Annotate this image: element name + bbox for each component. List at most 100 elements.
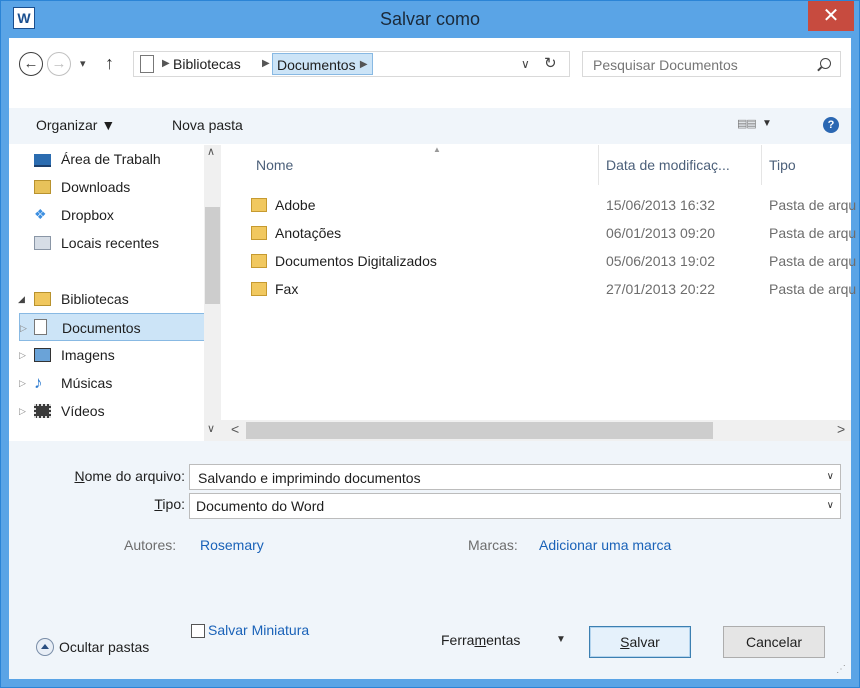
file-name: Adobe	[275, 197, 316, 213]
recent-locations-dropdown-icon[interactable]: ▾	[80, 53, 94, 75]
hide-folders-button[interactable]: Ocultar pastas	[59, 639, 149, 655]
save-thumbnail-checkbox[interactable]	[191, 624, 205, 638]
back-arrow-icon[interactable]: ←	[19, 52, 43, 76]
expand-triangle-icon[interactable]: ▷	[19, 369, 26, 397]
library-icon	[140, 55, 154, 73]
scroll-down-icon[interactable]: ∨	[207, 422, 215, 435]
scroll-up-icon[interactable]: ∧	[207, 145, 215, 158]
navigation-bar: ← → ▾ ↑ ▶ Bibliotecas ▶ Documentos ▶ ∨ ↻	[9, 38, 851, 102]
add-tag-link[interactable]: Adicionar uma marca	[539, 537, 671, 553]
sidebar-item-music[interactable]: ▷ ♪ Músicas	[9, 369, 204, 397]
scroll-left-icon[interactable]: <	[231, 421, 239, 437]
authors-value[interactable]: Rosemary	[200, 537, 264, 553]
organize-menu-button[interactable]: Organizar ▼	[36, 117, 115, 133]
save-options-panel: Nome do arquivo: ∨ Tipo: Documento do Wo…	[9, 441, 851, 679]
pictures-icon	[34, 348, 51, 362]
file-type-select[interactable]: Documento do Word ∨	[189, 493, 841, 519]
cancel-button[interactable]: Cancelar	[723, 626, 825, 658]
sidebar-item-recent-places[interactable]: Locais recentes	[9, 229, 204, 257]
dialog-body: ← → ▾ ↑ ▶ Bibliotecas ▶ Documentos ▶ ∨ ↻	[9, 38, 856, 679]
forward-arrow-icon[interactable]: →	[47, 52, 71, 76]
sidebar-item-desktop[interactable]: Área de Trabalh	[9, 145, 204, 173]
sidebar-item-pictures[interactable]: ▷ Imagens	[9, 341, 204, 369]
sidebar-item-downloads[interactable]: Downloads	[9, 173, 204, 201]
search-icon[interactable]	[820, 58, 831, 69]
file-row-fax[interactable]: Fax 27/01/2013 20:22 Pasta de arqu	[251, 275, 856, 303]
filename-combobox[interactable]: ∨	[189, 464, 841, 491]
search-box[interactable]	[582, 51, 841, 78]
resize-grip-icon[interactable]: ⋰	[836, 664, 847, 675]
libraries-icon	[34, 292, 51, 306]
up-arrow-icon[interactable]: ↑	[105, 51, 123, 75]
file-type: Pasta de arqu	[769, 197, 857, 213]
sidebar-item-label: Músicas	[61, 375, 113, 391]
breadcrumb-documentos[interactable]: Documentos ▶	[272, 53, 373, 75]
sidebar-scrollbar-thumb[interactable]	[205, 207, 220, 304]
file-row-anotacoes[interactable]: Anotações 06/01/2013 09:20 Pasta de arqu	[251, 219, 856, 247]
sidebar-item-label: Dropbox	[61, 207, 114, 223]
file-row-documentos-digitalizados[interactable]: Documentos Digitalizados 05/06/2013 19:0…	[251, 247, 856, 275]
sidebar-item-label: Documentos	[62, 320, 141, 336]
file-list: ▲ Nome Data de modificaç... Tipo Adobe 1…	[221, 145, 856, 441]
column-header-type[interactable]: Tipo	[769, 153, 796, 177]
address-bar[interactable]: ▶ Bibliotecas ▶ Documentos ▶ ∨ ↻	[133, 51, 570, 77]
file-name: Documentos Digitalizados	[275, 253, 437, 269]
save-as-dialog: W Salvar como ✕ ← → ▾ ↑ ▶ Bibliotecas ▶ …	[0, 0, 860, 688]
sidebar-item-dropbox[interactable]: ❖ Dropbox	[9, 201, 204, 229]
hide-folders-icon[interactable]	[36, 638, 54, 656]
sidebar-item-label: Downloads	[61, 179, 131, 195]
downloads-folder-icon	[34, 180, 51, 194]
music-icon: ♪	[34, 373, 43, 392]
file-date: 05/06/2013 19:02	[606, 253, 715, 269]
breadcrumb-chevron-icon[interactable]: ▶	[162, 52, 170, 76]
tools-dropdown-icon[interactable]: ▼	[556, 634, 566, 645]
view-dropdown-icon[interactable]: ▼	[762, 118, 772, 129]
sidebar-item-videos[interactable]: ▷ Vídeos	[9, 397, 204, 425]
column-header-name[interactable]: Nome	[256, 153, 293, 177]
view-options-icon[interactable]: ▤▤	[737, 117, 757, 130]
file-row-adobe[interactable]: Adobe 15/06/2013 16:32 Pasta de arqu	[251, 191, 856, 219]
close-button[interactable]: ✕	[808, 1, 854, 31]
refresh-icon[interactable]: ↻	[544, 52, 557, 76]
chevron-down-icon[interactable]: ∨	[827, 494, 834, 518]
file-type: Pasta de arqu	[769, 281, 857, 297]
breadcrumb-label: Documentos	[277, 57, 356, 73]
filename-label: Nome do arquivo:	[74, 468, 185, 484]
desktop-icon	[34, 154, 51, 167]
folder-icon	[251, 254, 267, 268]
breadcrumb-chevron-icon[interactable]: ▶	[262, 52, 270, 76]
breadcrumb-bibliotecas[interactable]: Bibliotecas	[173, 52, 241, 76]
folder-icon	[251, 198, 267, 212]
expand-triangle-icon[interactable]: ▷	[19, 341, 26, 369]
new-folder-button[interactable]: Nova pasta	[172, 117, 243, 133]
file-date: 27/01/2013 20:22	[606, 281, 715, 297]
tools-menu-button[interactable]: Ferramentas	[441, 632, 520, 648]
save-button[interactable]: Salvar	[589, 626, 691, 658]
help-icon[interactable]: ?	[823, 117, 839, 133]
breadcrumb-chevron-icon[interactable]: ▶	[360, 54, 368, 76]
search-input[interactable]	[591, 52, 815, 78]
chevron-down-icon[interactable]: ∨	[827, 465, 834, 489]
expand-triangle-icon[interactable]: ▷	[19, 397, 26, 425]
expand-triangle-icon[interactable]: ▷	[20, 314, 27, 342]
sidebar-item-label: Área de Trabalh	[61, 151, 161, 167]
sidebar-item-libraries[interactable]: ◢ Bibliotecas	[9, 285, 204, 313]
folder-icon	[251, 226, 267, 240]
title-bar[interactable]: W Salvar como ✕	[1, 1, 859, 38]
address-dropdown-icon[interactable]: ∨	[521, 52, 530, 76]
horizontal-scrollbar-thumb[interactable]	[246, 422, 713, 439]
filename-input[interactable]	[196, 465, 820, 491]
column-header-date[interactable]: Data de modificaç...	[606, 153, 730, 177]
column-divider[interactable]	[761, 145, 762, 185]
scroll-right-icon[interactable]: >	[837, 421, 845, 437]
column-divider[interactable]	[598, 145, 599, 185]
sidebar-item-documents[interactable]: ▷ Documentos	[19, 313, 211, 341]
dialog-title: Salvar como	[379, 9, 481, 29]
collapse-triangle-icon[interactable]: ◢	[18, 285, 25, 313]
horizontal-scrollbar[interactable]: < >	[221, 420, 851, 441]
dropbox-icon: ❖	[34, 206, 47, 222]
folder-icon	[251, 282, 267, 296]
sort-ascending-icon: ▲	[433, 145, 441, 154]
file-name: Fax	[275, 281, 299, 297]
save-thumbnail-label[interactable]: Salvar Miniatura	[208, 622, 309, 638]
